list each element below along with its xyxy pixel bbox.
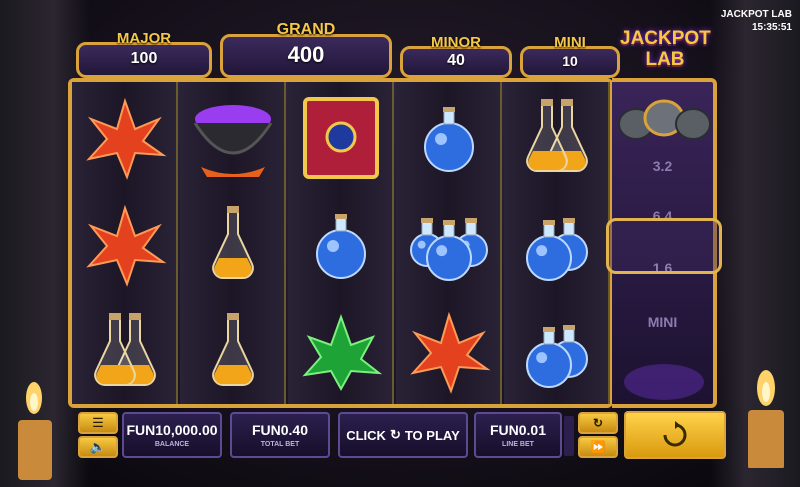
line-bet-value: FUN0.01 xyxy=(489,422,547,438)
yellow-flask-symbol xyxy=(183,191,283,296)
click-to-play-button[interactable]: CLICK ↻ TO PLAY xyxy=(338,412,468,458)
blue-potion-symbol xyxy=(291,191,391,296)
reel-1 xyxy=(72,82,178,404)
logo-line2: LAB xyxy=(645,49,685,70)
blue-potions-symbol xyxy=(507,191,607,296)
blue-potions-triple-symbol xyxy=(399,191,499,296)
jackpot-major: MAJOR 100 xyxy=(76,30,212,78)
reel-2 xyxy=(180,82,286,404)
jackpot-grand: GRAND 400 xyxy=(220,21,392,78)
jackpot-mini-value: 10 xyxy=(562,53,578,69)
green-crystal-symbol xyxy=(291,298,391,403)
click-label: CLICK xyxy=(346,427,386,443)
spell-book-symbol xyxy=(291,84,391,189)
jackpot-grand-label: GRAND xyxy=(276,21,336,38)
spin-button[interactable] xyxy=(624,411,726,459)
yellow-flasks-symbol xyxy=(75,298,175,403)
multiplier-1: 3.2 xyxy=(652,158,673,174)
red-crystal-symbol xyxy=(75,84,175,189)
line-bet-arrows[interactable] xyxy=(564,416,574,456)
jackpot-mini-label: MINI xyxy=(554,34,586,51)
sound-button[interactable]: 🔈 xyxy=(78,436,118,458)
blue-potion-symbol xyxy=(399,84,499,189)
jackpot-grand-value: 400 xyxy=(287,42,325,67)
jackpot-minor-label: MINOR xyxy=(431,34,481,51)
candle-right-icon xyxy=(748,370,784,468)
balance-label: BALANCE xyxy=(154,441,190,448)
yellow-flask-symbol xyxy=(183,298,283,403)
jackpot-minor-value: 40 xyxy=(447,52,465,69)
line-bet-panel[interactable]: FUN0.01 LINE BET xyxy=(474,412,562,458)
refresh-icon: ↻ xyxy=(592,416,604,430)
balance-panel: FUN10,000.00 BALANCE xyxy=(122,412,222,458)
total-bet-label: TOTAL BET xyxy=(260,441,300,448)
blue-potions-symbol xyxy=(507,298,607,403)
autoplay-button[interactable]: ↻ xyxy=(578,412,618,434)
total-bet-value: FUN0.40 xyxy=(251,422,309,438)
jackpot-minor: MINOR 40 xyxy=(400,34,512,78)
fast-forward-icon: ⏩ xyxy=(590,440,606,454)
spin-icon xyxy=(663,421,687,447)
menu-icon: ☰ xyxy=(92,415,104,430)
jackpot-meter: 3.2 6.4 1.6 MINI xyxy=(606,78,722,408)
refresh-small-icon: ↻ xyxy=(389,427,401,442)
jackpot-major-label: MAJOR xyxy=(116,30,172,47)
turbo-button[interactable]: ⏩ xyxy=(578,436,618,458)
reel-4 xyxy=(396,82,502,404)
line-bet-label: LINE BET xyxy=(502,441,534,448)
red-crystal-symbol xyxy=(399,298,499,403)
top-info: JACKPOT LAB 15:35:51 xyxy=(721,8,792,34)
meter-selector xyxy=(606,218,722,274)
game-logo: JACKPOT LAB xyxy=(620,28,711,70)
smoke-icon xyxy=(624,364,704,400)
cauldrons-icon xyxy=(618,99,711,140)
clock: 15:35:51 xyxy=(751,22,792,33)
meter-mini-label: MINI xyxy=(647,314,678,330)
purple-cauldron-symbol xyxy=(183,84,283,189)
reel-3 xyxy=(288,82,394,404)
reel-frame xyxy=(68,78,613,408)
to-play-label: TO PLAY xyxy=(404,427,460,443)
reel-5 xyxy=(504,82,610,404)
jackpot-major-value: 100 xyxy=(130,50,158,67)
logo-line1: JACKPOT xyxy=(620,28,711,49)
menu-button[interactable]: ☰ xyxy=(78,412,118,434)
balance-value: FUN10,000.00 xyxy=(126,422,218,438)
total-bet-panel[interactable]: FUN0.40 TOTAL BET xyxy=(230,412,330,458)
game-name: JACKPOT LAB xyxy=(720,9,792,20)
jackpot-mini: MINI 10 xyxy=(520,34,620,78)
yellow-flasks-symbol xyxy=(507,84,607,189)
sound-icon: 🔈 xyxy=(89,439,107,454)
red-crystal-symbol xyxy=(75,191,175,296)
candle-left-icon xyxy=(18,382,52,480)
